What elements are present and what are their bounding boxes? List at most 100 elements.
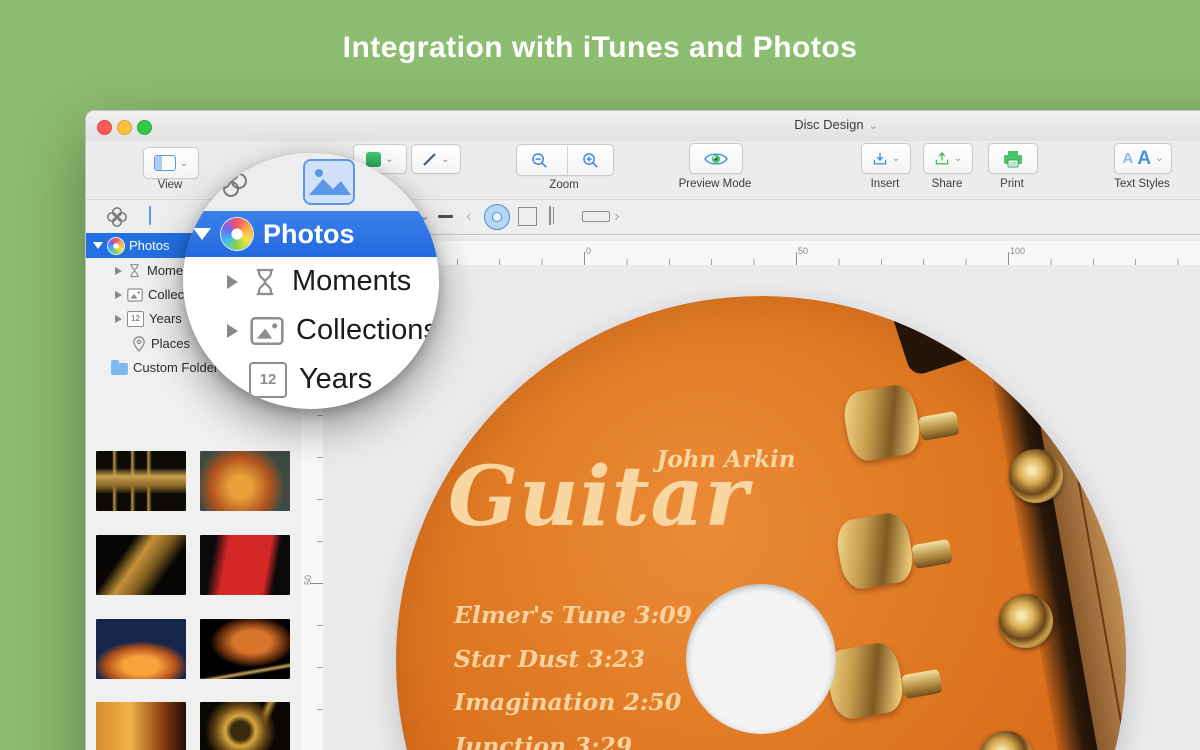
insert-tray-icon [872,151,888,167]
string-post [1031,299,1085,353]
string-post [979,731,1033,750]
share-label: Share [911,178,983,190]
magnified-item-label: Moments [292,265,411,298]
disclosure-triangle-icon [193,228,211,240]
app-window: Disc Design⌄ ⌄ View ⌄ ⌄ Zoom Preview Mod… [85,110,1200,750]
printer-icon [1002,150,1024,168]
share-button[interactable]: ⌄ [923,143,973,174]
ruler-label: 50 [303,575,313,585]
ruler-label: 50 [798,246,808,256]
sidebar-item-label: Photos [129,238,169,253]
chevron-down-icon: ⌄ [954,153,962,164]
photo-thumbnail-trombone[interactable] [200,702,290,750]
photo-thumbnail-concert-shell[interactable] [96,619,186,679]
magnified-item-label: Years [299,363,372,396]
disc-shape-icon[interactable] [484,204,510,230]
photos-app-icon [221,218,253,250]
zoom-in-button[interactable] [567,146,614,174]
picture-icon [127,288,143,302]
eye-icon [704,151,728,167]
track-line: Star Dust 3:23 [454,638,692,682]
photo-thumbnail-violin[interactable] [96,702,186,750]
insert-button[interactable]: ⌄ [861,143,911,174]
magnified-item-label: Collections [296,314,438,347]
preview-mode-button[interactable] [689,143,743,174]
text-styles-label: Text Styles [1091,178,1193,190]
disc-center-hole [686,584,836,734]
image-tool-icon[interactable] [149,206,151,225]
tuning-knob [833,510,916,591]
line-shape-icon[interactable] [438,215,453,218]
disclosure-triangle-icon[interactable] [115,315,122,323]
string-post [1009,449,1063,503]
tuning-knob [823,640,906,721]
booklet-shape-icon[interactable] [549,206,551,225]
ruler-label: 100 [1010,246,1025,256]
hourglass-icon [250,266,280,298]
shapes-flower-icon [213,163,249,204]
photo-thumbnail-red-guitar[interactable] [200,535,290,595]
magnified-item-years: 12 Years [183,355,439,404]
title-chevron-icon[interactable]: ⌄ [869,120,878,132]
preview-mode-label: Preview Mode [649,178,781,190]
photo-thumbnail-trumpet[interactable] [96,451,186,511]
hourglass-icon [127,263,142,278]
disc-album-text[interactable]: Guitar [448,452,749,542]
disc-design[interactable]: John Arkin Guitar Elmer's Tune 3:09 Star… [396,296,1126,750]
window-titlebar[interactable]: Disc Design ⌄ [86,111,1200,141]
share-icon [934,151,950,167]
tuning-shaft [901,669,943,699]
close-button[interactable] [97,120,112,135]
shapes-flower-icon[interactable] [106,206,128,228]
magnified-item-collections: Collections [183,306,439,355]
folder-icon [111,363,128,375]
chevron-down-icon: ⌄ [441,154,449,165]
photo-thumbnail-violin-bow[interactable] [200,619,290,679]
photo-thumbnail-guitar-body[interactable] [200,451,290,511]
screenshot-root: Integration with iTunes and Photos Disc … [0,0,1200,750]
magnified-item-label: Photos [263,219,355,250]
ruler-major-ticks [323,252,1200,265]
disc-track-list[interactable]: Elmer's Tune 3:09 Star Dust 3:23 Imagina… [454,594,692,750]
photo-thumbnail-saxophone[interactable] [96,535,186,595]
map-pin-icon [132,336,146,352]
disclosure-triangle-icon[interactable] [115,267,122,275]
scroll-left-icon[interactable]: ‹ [466,207,472,224]
zoom-label: Zoom [516,179,612,191]
text-styles-button[interactable]: AA ⌄ [1114,143,1172,174]
spine-shape-icon[interactable] [582,211,610,222]
window-title-group: Disc Design ⌄ [726,117,946,132]
disclosure-triangle-icon[interactable] [93,242,103,249]
print-button[interactable] [988,143,1038,174]
fullscreen-button[interactable] [137,120,152,135]
magnifier-plus-icon [582,152,599,169]
magnifier-minus-icon [531,152,548,169]
disclosure-triangle-icon [227,275,238,289]
string-post [999,594,1053,648]
magnified-item-moments: Moments [183,257,439,306]
window-title: Disc Design [794,117,863,132]
scroll-right-icon[interactable]: › [614,207,620,224]
magnifier-loupe: Photos Moments Collections 12 Years [183,153,439,409]
zoom-out-button[interactable] [517,146,563,174]
horizontal-ruler: 0 50 100 [323,241,1200,266]
square-shape-icon[interactable] [518,207,537,226]
design-canvas[interactable]: John Arkin Guitar Elmer's Tune 3:09 Star… [323,265,1200,750]
sidebar-item-label: Years [149,311,182,326]
sidebar-view-icon [154,155,176,171]
text-styles-icon: A [1137,148,1151,170]
banner: Integration with iTunes and Photos [0,0,1200,95]
minimize-button[interactable] [117,120,132,135]
page-title: Integration with iTunes and Photos [343,31,858,65]
tuning-shaft [911,539,953,569]
tuning-knob [840,382,923,463]
disclosure-triangle-icon[interactable] [115,291,122,299]
picture-icon [250,316,284,346]
tuning-shaft [918,411,960,441]
disclosure-triangle-icon [227,324,238,338]
track-line: Junction 3:29 [454,725,692,750]
print-label: Print [976,178,1048,190]
chevron-down-icon: ⌄ [1155,153,1163,164]
photos-app-icon [108,238,124,254]
text-styles-icon: A [1123,150,1134,167]
